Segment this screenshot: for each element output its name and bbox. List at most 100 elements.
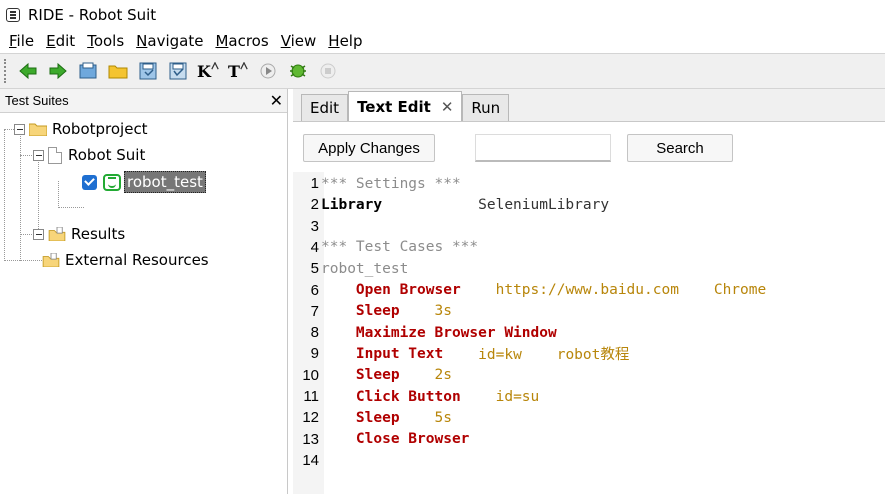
menu-label: ile bbox=[16, 32, 35, 50]
menu-edit[interactable]: Edit bbox=[40, 32, 81, 50]
line-number: 2 bbox=[310, 196, 319, 214]
code-line[interactable]: 14 bbox=[293, 450, 321, 471]
tree-node-external-resources[interactable]: External Resources bbox=[42, 249, 209, 271]
stop-icon[interactable] bbox=[316, 59, 340, 83]
menu-file[interactable]: File bbox=[3, 32, 40, 50]
keyword-token: Maximize Browser Window bbox=[355, 324, 557, 341]
search-input[interactable] bbox=[475, 134, 611, 162]
line-number: 7 bbox=[310, 302, 319, 320]
collapse-icon[interactable] bbox=[33, 228, 44, 240]
app-icon bbox=[6, 8, 20, 22]
tree-line bbox=[20, 155, 34, 156]
save-all-icon[interactable] bbox=[166, 59, 190, 83]
code-line[interactable]: 3 bbox=[293, 216, 321, 237]
tree-node-suite[interactable]: Robot Suit bbox=[33, 144, 145, 166]
checkbox-checked-icon[interactable] bbox=[82, 174, 97, 190]
apply-changes-button[interactable]: Apply Changes bbox=[303, 134, 435, 162]
line-number: 14 bbox=[302, 451, 319, 469]
code-line[interactable]: 11 Click Button id=su bbox=[293, 386, 539, 407]
tree-line bbox=[20, 234, 34, 235]
toolbar-grip[interactable] bbox=[4, 59, 10, 83]
run-icon[interactable] bbox=[256, 59, 280, 83]
keyword-token: Input Text bbox=[355, 345, 444, 362]
tree-line bbox=[20, 129, 21, 261]
code-token: id=su bbox=[460, 388, 540, 405]
test-suites-title: Test Suites bbox=[5, 93, 69, 108]
menu-tools[interactable]: Tools bbox=[81, 32, 130, 50]
close-icon[interactable]: ✕ bbox=[270, 91, 283, 110]
code-line[interactable]: 13 Close Browser bbox=[293, 429, 469, 450]
code-line[interactable]: 12 Sleep 5s bbox=[293, 407, 452, 428]
code-token: robot_test bbox=[321, 260, 409, 277]
tree-line bbox=[4, 260, 42, 261]
search-button[interactable]: Search bbox=[627, 134, 733, 162]
code-line[interactable]: 7 Sleep 3s bbox=[293, 301, 452, 322]
search-tests-icon[interactable]: T bbox=[226, 59, 250, 83]
code-line[interactable]: 2 Library SeleniumLibrary bbox=[293, 194, 609, 215]
collapse-icon[interactable] bbox=[14, 123, 25, 135]
code-line[interactable]: 1 *** Settings *** bbox=[293, 173, 461, 194]
code-line[interactable]: 4 *** Test Cases *** bbox=[293, 237, 478, 258]
search-keywords-icon[interactable]: K bbox=[196, 59, 220, 83]
tree-label-results: Results bbox=[71, 225, 126, 243]
code-line[interactable]: 8 Maximize Browser Window bbox=[293, 322, 557, 343]
tree-line bbox=[58, 207, 84, 208]
line-number: 9 bbox=[310, 345, 319, 363]
code-token: Library bbox=[321, 196, 383, 213]
code-token: 3s bbox=[399, 303, 452, 320]
keyword-token: Sleep bbox=[355, 303, 400, 320]
open-directory-icon[interactable] bbox=[106, 59, 130, 83]
tab-text-edit[interactable]: Text Edit ✕ bbox=[348, 91, 463, 121]
code-line[interactable]: 6 Open Browser https://www.baidu.com Chr… bbox=[293, 280, 767, 301]
keyword-token: Click Button bbox=[355, 388, 461, 405]
code-line[interactable]: 5 robot_test bbox=[293, 258, 409, 279]
menu-mnemonic: E bbox=[46, 32, 56, 50]
menu-label: ools bbox=[93, 32, 125, 50]
tree-node-test[interactable]: robot_test bbox=[82, 171, 206, 193]
menu-help[interactable]: Help bbox=[322, 32, 368, 50]
tab-close-icon[interactable]: ✕ bbox=[441, 98, 454, 116]
text-editor[interactable]: 1 *** Settings *** 2 Library SeleniumLibrar… bbox=[293, 172, 885, 494]
menu-mnemonic: T bbox=[87, 32, 94, 50]
menu-mnemonic: H bbox=[328, 32, 340, 50]
save-icon[interactable] bbox=[136, 59, 160, 83]
suite-tree: Robotproject Robot Suit robot_test Resul… bbox=[0, 113, 287, 494]
tree-label-project: Robotproject bbox=[52, 120, 148, 138]
code-line[interactable]: 10 Sleep 2s bbox=[293, 365, 452, 386]
menu-mnemonic: M bbox=[215, 32, 229, 50]
forward-arrow-icon[interactable] bbox=[46, 59, 70, 83]
tree-node-project[interactable]: Robotproject bbox=[14, 118, 148, 140]
resource-folder-icon bbox=[42, 253, 60, 267]
menu-navigate[interactable]: Navigate bbox=[130, 32, 209, 50]
tab-edit[interactable]: Edit bbox=[301, 94, 349, 121]
section-header: *** Settings *** bbox=[321, 175, 461, 192]
code-line[interactable]: 9 Input Text id=kw robot教程 bbox=[293, 343, 630, 364]
menu-view[interactable]: View bbox=[275, 32, 323, 50]
editor-pane: Edit Text Edit ✕ Run Apply Changes Search… bbox=[293, 89, 885, 494]
line-number: 5 bbox=[310, 260, 319, 278]
collapse-icon[interactable] bbox=[33, 149, 44, 161]
tree-node-results[interactable]: Results bbox=[33, 223, 125, 245]
code-token: https://www.baidu.com Chrome bbox=[460, 282, 767, 298]
tab-run[interactable]: Run bbox=[462, 94, 510, 121]
menu-label: elp bbox=[339, 32, 363, 50]
tree-label-test: robot_test bbox=[124, 171, 206, 193]
test-suites-header: Test Suites ✕ bbox=[0, 89, 287, 113]
title-bar: RIDE - Robot Suit bbox=[0, 0, 885, 30]
open-suite-icon[interactable] bbox=[76, 59, 100, 83]
keyword-token: Close Browser bbox=[355, 431, 470, 448]
line-number: 6 bbox=[310, 281, 319, 299]
menu-macros[interactable]: Macros bbox=[209, 32, 274, 50]
debug-icon[interactable] bbox=[286, 59, 310, 83]
keyword-token: Sleep bbox=[355, 367, 400, 384]
tab-run-label: Run bbox=[471, 99, 501, 117]
code-token: 2s bbox=[399, 367, 452, 384]
code-token: 5s bbox=[399, 409, 452, 426]
back-arrow-icon[interactable] bbox=[16, 59, 40, 83]
menu-label: iew bbox=[290, 32, 317, 50]
code-token: SeleniumLibrary bbox=[382, 196, 610, 213]
tree-line bbox=[4, 129, 5, 261]
file-icon bbox=[48, 146, 62, 164]
